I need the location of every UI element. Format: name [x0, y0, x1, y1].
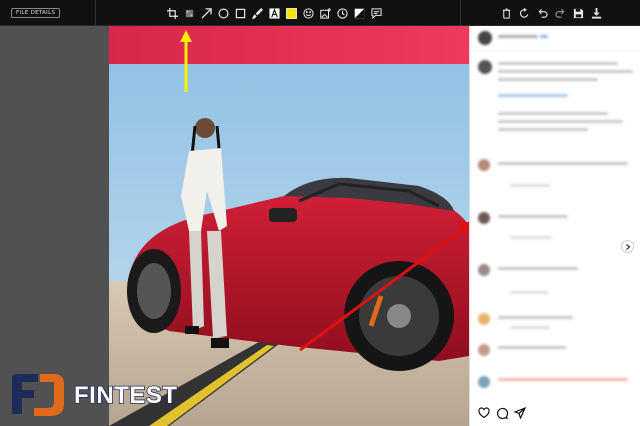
redo-icon[interactable]: [554, 7, 566, 19]
comment-icon[interactable]: [496, 407, 508, 419]
download-icon[interactable]: [590, 7, 602, 19]
crop-icon[interactable]: [166, 7, 178, 19]
blur-icon[interactable]: [183, 7, 195, 19]
rotate-icon[interactable]: [518, 7, 530, 19]
comment-icon[interactable]: [370, 7, 382, 19]
file-details-button[interactable]: FILE DETAILS: [11, 8, 61, 18]
post-sidebar: [469, 26, 640, 426]
toolbar-divider: [95, 0, 96, 26]
annotation-tools: [166, 6, 382, 20]
brush-icon[interactable]: [251, 7, 263, 19]
post-image: [109, 26, 469, 426]
header-banner: [109, 26, 469, 64]
canvas-background: [0, 26, 109, 426]
text-icon[interactable]: [268, 7, 280, 19]
rectangle-icon[interactable]: [234, 7, 246, 19]
fintest-logo-mark: [12, 374, 64, 416]
like-icon[interactable]: [478, 407, 490, 419]
fintest-logo: FINTEST: [8, 372, 198, 418]
highlight-icon[interactable]: [285, 7, 297, 19]
avatar: [478, 31, 492, 45]
arrow-icon[interactable]: [200, 7, 212, 19]
contrast-icon[interactable]: [353, 7, 365, 19]
save-icon[interactable]: [572, 7, 584, 19]
timer-icon[interactable]: [336, 7, 348, 19]
post-action-bar: [478, 407, 526, 419]
chevron-right-icon: [625, 243, 630, 250]
toolbar-divider: [460, 0, 461, 26]
blurred-comments: [470, 26, 640, 396]
car-photo: [109, 26, 469, 426]
fintest-logo-text: FINTEST: [73, 381, 178, 410]
file-actions: [500, 6, 602, 20]
delete-icon[interactable]: [500, 7, 512, 19]
share-icon[interactable]: [514, 407, 526, 419]
undo-icon[interactable]: [536, 7, 548, 19]
ellipse-icon[interactable]: [217, 7, 229, 19]
editor-toolbar: FILE DETAILS: [0, 0, 640, 26]
emoji-icon[interactable]: [302, 7, 314, 19]
add-image-icon[interactable]: [319, 7, 331, 19]
next-image-button[interactable]: [621, 240, 634, 253]
